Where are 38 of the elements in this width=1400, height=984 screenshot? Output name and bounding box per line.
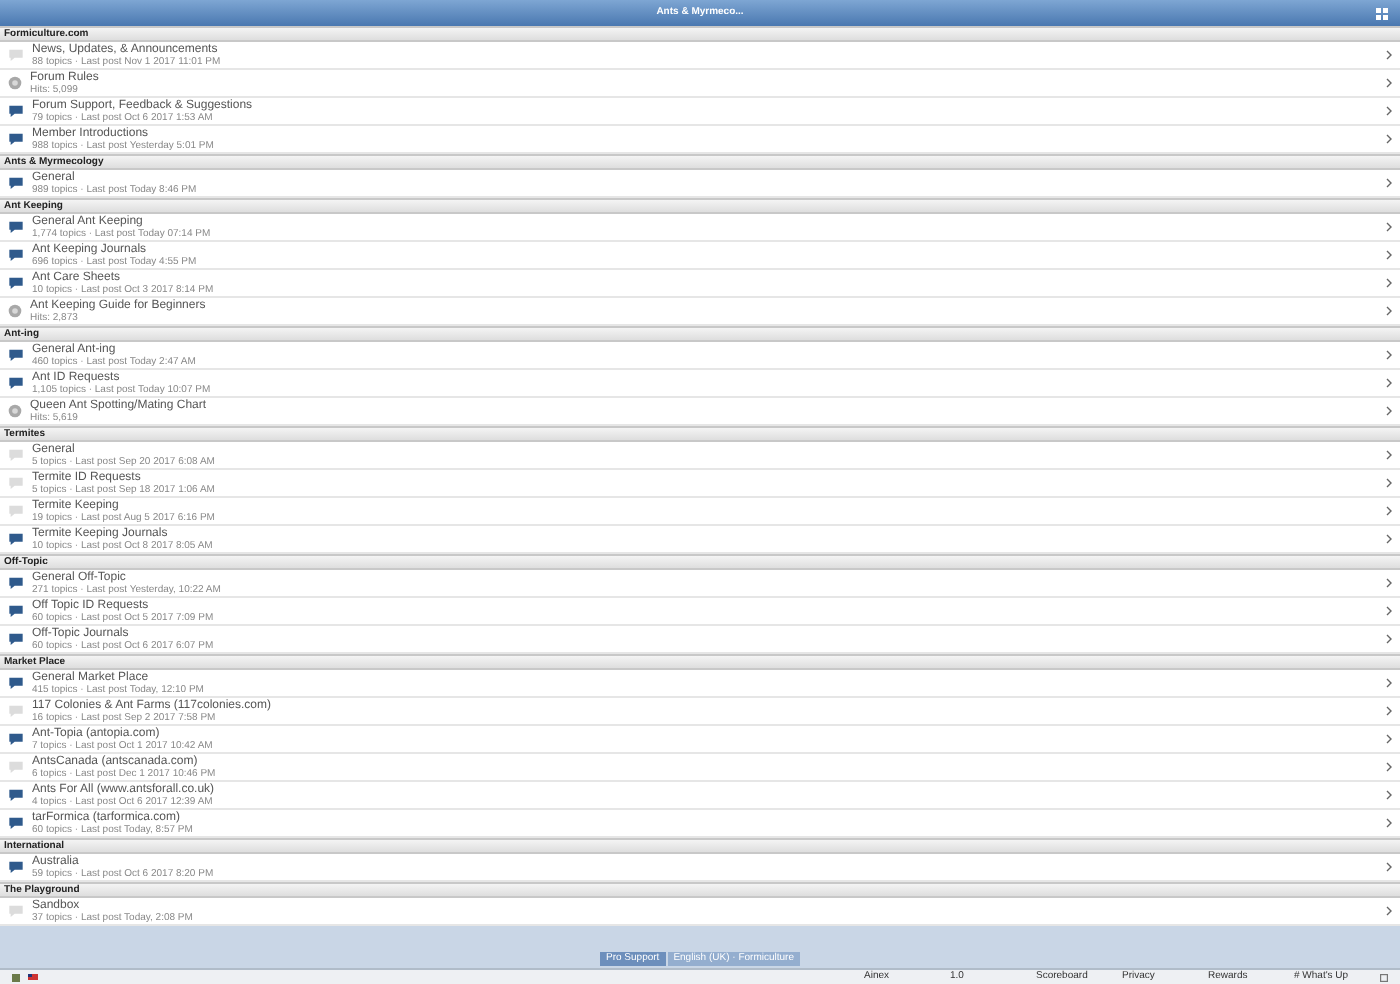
chevron-right-icon [1386, 78, 1392, 88]
chevron-right-icon [1386, 350, 1392, 360]
chevron-right-icon [1386, 106, 1392, 116]
chevron-right-icon [1386, 378, 1392, 388]
chevron-right-icon [1386, 506, 1392, 516]
speech-bubble-icon [8, 176, 24, 190]
chevron-right-icon [1386, 706, 1392, 716]
speech-bubble-icon [8, 48, 24, 62]
chevron-right-icon [1386, 606, 1392, 616]
chevron-right-icon [1386, 818, 1392, 828]
chevron-right-icon [1386, 406, 1392, 416]
flag-icon[interactable] [28, 974, 38, 980]
chevron-right-icon [1386, 178, 1392, 188]
window-icon[interactable] [1380, 973, 1388, 981]
chevron-right-icon [1386, 906, 1392, 916]
chevron-right-icon [1386, 478, 1392, 488]
chevron-right-icon [1386, 790, 1392, 800]
link-circle-icon [8, 404, 22, 418]
speech-bubble-icon [8, 904, 24, 918]
chevron-right-icon [1386, 734, 1392, 744]
chevron-right-icon [1386, 862, 1392, 872]
chevron-right-icon [1386, 762, 1392, 772]
link-circle-icon [8, 304, 22, 318]
chevron-right-icon [1386, 450, 1392, 460]
chevron-right-icon [1386, 306, 1392, 316]
chevron-right-icon [1386, 634, 1392, 644]
grid-icon[interactable] [1376, 7, 1388, 19]
chevron-right-icon [1386, 534, 1392, 544]
chevron-right-icon [1386, 222, 1392, 232]
chevron-right-icon [1386, 50, 1392, 60]
chevron-right-icon [1386, 134, 1392, 144]
app-icon[interactable] [12, 973, 20, 981]
chevron-right-icon [1386, 678, 1392, 688]
link-circle-icon [8, 76, 22, 90]
chevron-right-icon [1386, 250, 1392, 260]
chevron-right-icon [1386, 278, 1392, 288]
speech-bubble-icon [8, 860, 24, 874]
chevron-right-icon [1386, 578, 1392, 588]
